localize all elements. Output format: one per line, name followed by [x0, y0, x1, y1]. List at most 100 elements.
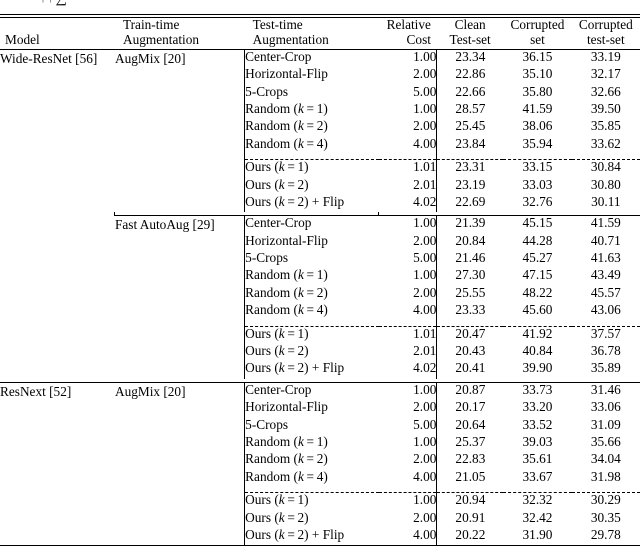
cell-corrupted-set: 35.10: [522, 66, 553, 82]
header-line: test-set: [586, 31, 625, 47]
cell-corrupted-test-set: 41.63: [590, 250, 621, 266]
cell-clean-test-set: 23.34: [436, 49, 504, 68]
cell-corrupted-test-set: 31.46: [590, 381, 621, 397]
cell-test-augmentation: 5-Crops: [244, 417, 379, 435]
cell-clean-test-set: 23.19: [436, 177, 504, 195]
cell-corrupted-test-set: 35.85: [590, 118, 621, 134]
cell-relative-cost: 4.02: [413, 360, 437, 376]
cell-clean-test-set: 22.66: [436, 84, 504, 102]
cell-clean-test-set: 20.84: [436, 233, 504, 252]
cell-corrupted-test-set: 33.62: [590, 135, 621, 151]
cell-corrupted-set: 33.03: [522, 176, 553, 192]
cell-train-augmentation: AugMix [20]: [114, 50, 186, 66]
cell-test-augmentation: 5-Crops: [244, 84, 379, 102]
cell-clean-test-set: 23.33: [436, 303, 504, 321]
cell-corrupted-test-set: 34.04: [590, 451, 621, 467]
cell-clean-test-set: 20.41: [436, 361, 504, 379]
cell-corrupted-set: 47.15: [522, 267, 553, 283]
cell-corrupted-test-set: 31.09: [590, 416, 621, 432]
cell-test-augmentation: Ours (k = 2): [244, 510, 379, 528]
cell-train-augmentation: Fast AutoAug [29]: [114, 217, 215, 233]
cell-clean-test-set: 27.30: [436, 268, 504, 286]
cell-test-augmentation: Ours (k = 2) + Flip: [244, 361, 379, 379]
cell-test-augmentation: Center-Crop: [244, 215, 379, 234]
cell-test-augmentation: Random (k = 1): [244, 102, 379, 120]
cell-clean-test-set: 21.46: [436, 251, 504, 269]
cell-relative-cost: 4.00: [413, 135, 437, 151]
header-line: Clean: [454, 17, 486, 32]
cell-relative-cost: 1.00: [413, 267, 437, 283]
formula-text: |c| ∑c c: [42, 0, 91, 7]
cell-corrupted-test-set: 30.80: [590, 176, 621, 192]
cell-corrupted-test-set: 45.57: [590, 284, 621, 300]
cell-relative-cost: 5.00: [413, 83, 437, 99]
cell-test-augmentation: Random (k = 1): [244, 268, 379, 286]
cell-relative-cost: 2.01: [413, 176, 437, 192]
cell-test-augmentation: Ours (k = 2) + Flip: [244, 195, 379, 213]
cell-test-augmentation: Random (k = 2): [244, 286, 379, 304]
cell-corrupted-set: 36.15: [522, 48, 553, 64]
cell-corrupted-set: 40.84: [522, 343, 553, 359]
cell-clean-test-set: 23.84: [436, 136, 504, 155]
cell-corrupted-test-set: 35.66: [590, 433, 621, 449]
header-relative-cost: Relative Cost: [379, 17, 437, 48]
cell-corrupted-set: 33.15: [522, 159, 553, 175]
header-line: set: [530, 31, 545, 47]
cell-clean-test-set: 22.86: [436, 67, 504, 85]
cell-relative-cost: 2.00: [413, 232, 437, 248]
cell-corrupted-test-set: 32.17: [590, 66, 621, 82]
cell-test-augmentation: Random (k = 2): [244, 452, 379, 470]
cell-test-augmentation: Ours (k = 1): [244, 159, 379, 178]
cell-corrupted-set: 41.92: [522, 325, 553, 341]
cell-corrupted-test-set: 41.59: [590, 215, 621, 231]
cell-model: Wide-ResNet [56]: [0, 50, 98, 66]
cell-clean-test-set: 20.22: [436, 528, 504, 546]
cell-clean-test-set: 20.87: [436, 382, 504, 401]
cell-clean-test-set: 28.57: [436, 102, 504, 120]
header-clean-test-set: Clean Test-set: [437, 17, 503, 48]
cell-train-augmentation: AugMix [20]: [114, 383, 186, 399]
cell-corrupted-set: 35.94: [522, 135, 553, 151]
header-corrupted-test-set: Corrupted test-set: [572, 17, 640, 48]
cell-corrupted-test-set: 43.06: [590, 302, 621, 318]
header-model: Model: [5, 31, 40, 47]
cell-corrupted-set: 39.90: [522, 360, 553, 376]
cell-corrupted-set: 41.59: [522, 100, 553, 116]
cell-test-augmentation: Horizontal-Flip: [244, 400, 379, 418]
header-line: Corrupted: [578, 17, 633, 32]
cell-corrupted-test-set: 32.66: [590, 83, 621, 99]
cell-test-augmentation: 5-Crops: [244, 251, 379, 269]
cell-corrupted-set: 33.73: [522, 381, 553, 397]
cell-corrupted-test-set: 35.89: [590, 360, 621, 376]
cell-relative-cost: 1.00: [413, 381, 437, 397]
cell-corrupted-set: 44.28: [522, 232, 553, 248]
cell-corrupted-test-set: 30.29: [590, 492, 621, 508]
cell-corrupted-test-set: 40.71: [590, 232, 621, 248]
cell-clean-test-set: 22.69: [436, 195, 504, 213]
cell-corrupted-test-set: 29.78: [590, 526, 621, 542]
header-line: Augmentation: [252, 31, 329, 47]
cell-corrupted-set: 45.60: [522, 302, 553, 318]
cell-corrupted-set: 38.06: [522, 118, 553, 134]
cell-relative-cost: 2.00: [413, 399, 437, 415]
cell-test-augmentation: Random (k = 4): [244, 303, 379, 321]
cell-relative-cost: 4.00: [413, 526, 437, 542]
cell-corrupted-set: 45.15: [522, 215, 553, 231]
cell-corrupted-set: 33.20: [522, 399, 553, 415]
header-line: Cost: [406, 31, 431, 47]
cell-relative-cost: 1.01: [413, 325, 437, 341]
cell-corrupted-set: 48.22: [522, 284, 553, 300]
results-table: Model Train-time Augmentation Test-time Augm…: [0, 11, 640, 549]
cell-test-augmentation: Ours (k = 2) + Flip: [244, 528, 379, 546]
cell-corrupted-set: 35.80: [522, 83, 553, 99]
cell-relative-cost: 1.00: [413, 100, 437, 116]
cell-relative-cost: 2.00: [413, 66, 437, 82]
header-line: Augmentation: [122, 31, 200, 47]
cell-corrupted-set: 32.32: [522, 492, 553, 508]
cell-clean-test-set: 25.37: [436, 435, 504, 453]
cell-corrupted-set: 35.61: [522, 451, 553, 467]
header-line: Train-time: [122, 17, 180, 32]
table-body: Model Train-time Augmentation Test-time Augm…: [0, 11, 640, 549]
cell-test-augmentation: Ours (k = 2): [244, 177, 379, 195]
cell-clean-test-set: 20.94: [436, 492, 504, 511]
